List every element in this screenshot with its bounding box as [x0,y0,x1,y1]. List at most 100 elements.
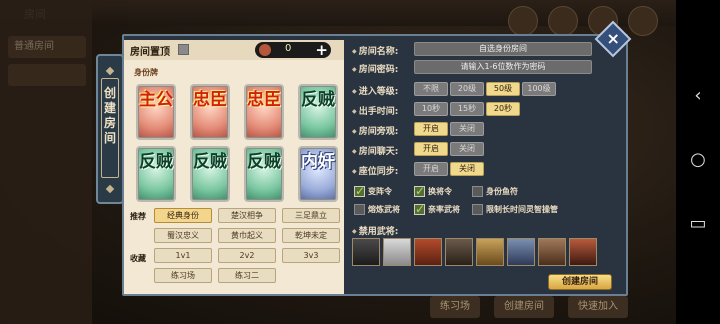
banned-hero-portrait[interactable] [538,238,566,266]
chat-option[interactable]: 关闭 [450,142,484,156]
background-sidebar-row [8,64,86,86]
password-input[interactable]: 请输入1-6位数作为密码 [414,60,592,74]
identity-card[interactable]: 反贼 [298,84,338,140]
background-sidebar: 普通房间 [0,0,92,324]
banned-heroes-row: 禁用武将: [352,222,622,238]
identity-card-text: 反贼 [247,152,281,172]
room-name-row: 房间名称: 自选身份房间 [352,42,622,58]
chat-option[interactable]: 开启 [414,142,448,156]
password-label: 房间密码: [352,62,399,75]
level-option[interactable]: 50级 [486,82,520,96]
identity-card[interactable]: 忠臣 [244,84,284,140]
left-header: 房间置顶 0 + [124,40,344,60]
password-row: 房间密码: 请输入1-6位数作为密码 [352,60,622,76]
level-option[interactable]: 20级 [450,82,484,96]
identity-card[interactable]: 反贼 [136,146,176,202]
banned-hero-portrait[interactable] [569,238,597,266]
time-option[interactable]: 10秒 [414,102,448,116]
background-tab-quick: 快速加入 [568,296,628,318]
currency-value: 0 [285,43,292,54]
identity-card-text: 忠臣 [193,90,227,110]
banned-hero-portrait[interactable] [507,238,535,266]
mode-button[interactable]: 乾坤未定 [282,228,340,243]
mode-button[interactable]: 2v2 [218,248,276,263]
add-currency-button[interactable]: + [315,41,328,59]
mode-button[interactable]: 黄巾起义 [218,228,276,243]
mode-button[interactable]: 蜀汉忠义 [154,228,212,243]
banned-hero-portrait[interactable] [476,238,504,266]
identity-card[interactable]: 内奸 [298,146,338,202]
identity-card-text: 反贼 [193,152,227,172]
identity-card[interactable]: 忠臣 [190,84,230,140]
background-tab-practice: 练习场 [430,296,480,318]
pin-room-label: 房间置顶 [130,47,170,58]
toggle-checkbox[interactable] [472,204,483,215]
mode-button[interactable]: 3v3 [282,248,340,263]
vertical-tab[interactable]: 创建房间 [96,54,124,204]
room-name-input[interactable]: 自选身份房间 [414,42,592,56]
background-tab-create: 创建房间 [494,296,554,318]
time-row: 出手时间: 10秒 15秒 20秒 [352,102,622,118]
recents-icon[interactable]: ▭ [684,210,712,238]
create-room-button[interactable]: 创建房间 [548,274,612,290]
identity-card[interactable]: 反贼 [190,146,230,202]
level-row: 进入等级: 不限 20级 50级 100级 [352,82,622,98]
spectate-option[interactable]: 开启 [414,122,448,136]
level-option[interactable]: 不限 [414,82,448,96]
background-sidebar-row: 普通房间 [8,36,86,58]
back-icon[interactable]: ‹ [684,82,712,110]
identity-card[interactable]: 反贼 [244,146,284,202]
banned-hero-portrait[interactable] [383,238,411,266]
create-room-dialog: 创建房间 房间置顶 0 + 身份牌 主公 忠臣 忠臣 反贼 反贼 反贼 反贼 内… [96,20,632,298]
toggle-checkbox[interactable] [472,186,483,197]
seat-label: 座位同步: [352,164,399,177]
toggle-label: 换将令 [428,187,452,196]
seat-row: 座位同步: 开启 关闭 [352,162,622,178]
pin-room-checkbox[interactable] [178,44,189,55]
toggle-label: 身份鱼符 [486,187,518,196]
toggle-label: 变阵令 [368,187,392,196]
spectate-option[interactable]: 关闭 [450,122,484,136]
toggle-checkbox[interactable] [354,204,365,215]
identity-card-text: 主公 [139,90,173,110]
banned-heroes-label: 禁用武将: [352,224,399,237]
mode-button[interactable]: 经典身份 [154,208,212,223]
identity-card-text: 反贼 [301,90,335,110]
tab-ornament [105,66,115,76]
toggle-checkbox[interactable] [354,184,365,198]
toggle-checkbox[interactable] [414,184,425,198]
identity-card[interactable]: 主公 [136,84,176,140]
favorite-label: 收藏 [130,254,146,263]
chat-row: 房间聊天: 开启 关闭 [352,142,622,158]
banned-hero-portrait[interactable] [445,238,473,266]
identity-card-text: 反贼 [139,152,173,172]
identity-panel: 房间置顶 0 + 身份牌 主公 忠臣 忠臣 反贼 反贼 反贼 反贼 内奸 推荐 [124,40,344,294]
background-icon [628,6,658,36]
mode-button[interactable]: 三足鼎立 [282,208,340,223]
time-label: 出手时间: [352,104,399,117]
mode-button[interactable]: 练习二 [218,268,276,283]
time-option[interactable]: 15秒 [450,102,484,116]
seat-option[interactable]: 开启 [414,162,448,176]
time-option[interactable]: 20秒 [486,102,520,116]
mode-button[interactable]: 练习场 [154,268,212,283]
banned-hero-portrait[interactable] [414,238,442,266]
android-nav-bar: ‹ ○ ▭ [676,0,720,324]
gem-icon [259,44,271,56]
mode-button[interactable]: 楚汉相争 [218,208,276,223]
chat-label: 房间聊天: [352,144,399,157]
recommend-label: 推荐 [130,212,146,221]
banned-hero-portrait[interactable] [352,238,380,266]
seat-option[interactable]: 关闭 [450,162,484,176]
identity-card-text: 内奸 [301,152,335,172]
level-option[interactable]: 100级 [522,82,556,96]
spectate-row: 房间旁观: 开启 关闭 [352,122,622,138]
home-icon[interactable]: ○ [684,146,712,174]
mode-button[interactable]: 1v1 [154,248,212,263]
toggle-checkbox[interactable] [414,202,425,216]
toggle-label: 亲率武将 [428,205,460,214]
close-icon: × [606,28,620,48]
screen: 房间 普通房间 练习场 创建房间 快速加入 ‹ ○ ▭ 创建房间 房间置顶 [0,0,720,324]
level-label: 进入等级: [352,84,399,97]
identity-card-text: 忠臣 [247,90,281,110]
